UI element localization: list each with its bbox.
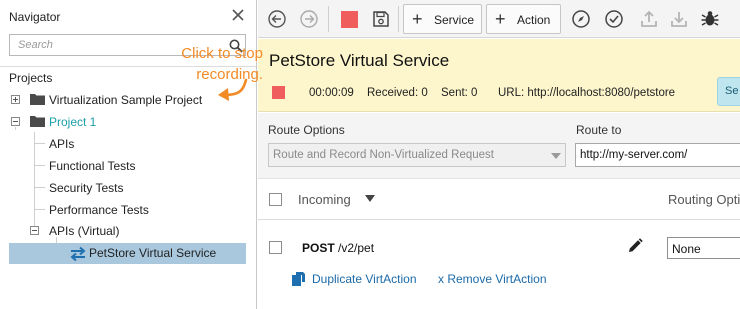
- service-settings-button[interactable]: Se: [717, 77, 740, 106]
- virtual-service-icon: [70, 246, 86, 261]
- tree-item-functional-tests[interactable]: Functional Tests: [0, 156, 256, 176]
- upload-icon[interactable]: [639, 9, 659, 29]
- add-service-label: Service: [434, 13, 475, 27]
- routing-options-header: Routing Opti: [668, 192, 740, 207]
- duplicate-icon: [292, 272, 305, 286]
- remove-virtaction-link[interactable]: x Remove VirtAction: [438, 272, 547, 286]
- plus-icon: +: [412, 9, 423, 29]
- route-options-label: Route Options: [268, 123, 345, 137]
- expand-icon[interactable]: [11, 95, 20, 104]
- route-to-input[interactable]: http://my-server.com/: [575, 143, 740, 167]
- row-checkbox[interactable]: [269, 241, 282, 254]
- tree-item-label: PetStore Virtual Service: [89, 246, 217, 260]
- toolbar-separator: [398, 6, 399, 32]
- toolbar-separator: [328, 6, 329, 32]
- routing-option-value: None: [672, 242, 701, 256]
- sort-down-icon[interactable]: [365, 195, 375, 202]
- tree-item-label: Project 1: [49, 115, 97, 129]
- save-icon[interactable]: [371, 9, 391, 29]
- tree-item-apis[interactable]: APIs: [0, 134, 256, 154]
- tree-item-apis-virtual[interactable]: APIs (Virtual): [0, 221, 256, 241]
- chevron-down-icon: [551, 153, 561, 159]
- tree-item-security-tests[interactable]: Security Tests: [0, 178, 256, 198]
- sent-count: Sent: 0: [441, 87, 478, 99]
- check-icon[interactable]: [604, 9, 624, 29]
- collapse-icon[interactable]: [11, 117, 20, 126]
- row-request: POST /v2/pet: [302, 241, 374, 255]
- recording-timer: 00:00:09: [309, 87, 354, 99]
- route-to-label: Route to: [576, 123, 622, 137]
- tree-item-performance-tests[interactable]: Performance Tests: [0, 200, 256, 220]
- row-method: POST: [302, 241, 335, 255]
- stop-recording-icon[interactable]: [341, 11, 358, 28]
- service-title: PetStore Virtual Service: [269, 51, 450, 70]
- plus-icon: +: [495, 9, 506, 29]
- editor-toolbar: + Service + Action: [258, 0, 740, 38]
- tree-item-label: APIs (Virtual): [49, 224, 120, 238]
- service-header-panel: PetStore Virtual Service 00:00:09 Receiv…: [258, 39, 740, 112]
- add-action-button[interactable]: + Action: [486, 4, 561, 34]
- tree-item-label: Security Tests: [49, 181, 124, 195]
- forward-icon[interactable]: [299, 9, 319, 29]
- compass-icon[interactable]: [571, 9, 591, 29]
- route-options-section: Route Options Route to Route and Record …: [258, 113, 740, 179]
- navigator-title: Navigator: [9, 10, 61, 24]
- route-to-value: http://my-server.com/: [580, 149, 688, 161]
- tree-item-label: Virtualization Sample Project: [49, 93, 203, 107]
- add-service-button[interactable]: + Service: [403, 4, 482, 34]
- tree-item-label: Performance Tests: [49, 203, 149, 217]
- back-icon[interactable]: [267, 9, 287, 29]
- incoming-header[interactable]: Incoming: [298, 192, 351, 207]
- folder-icon: [30, 116, 45, 127]
- bug-icon[interactable]: [700, 9, 720, 29]
- duplicate-virtaction-link[interactable]: Duplicate VirtAction: [312, 272, 417, 286]
- close-icon[interactable]: [230, 7, 246, 23]
- search-placeholder: Search: [18, 39, 53, 51]
- stop-recording-button[interactable]: [272, 86, 285, 99]
- row-path: /v2/pet: [338, 241, 375, 255]
- tree-item-petstore-virtual-service[interactable]: PetStore Virtual Service: [9, 243, 246, 264]
- route-options-select[interactable]: Route and Record Non-Virtualized Request: [268, 143, 566, 167]
- callout-line-2: recording.: [196, 66, 263, 83]
- navigator-header: Navigator: [0, 0, 256, 34]
- pencil-icon[interactable]: [626, 237, 644, 255]
- table-row: POST /v2/pet None Duplicate VirtAction x…: [258, 221, 740, 309]
- received-count: Received: 0: [367, 87, 428, 99]
- tree-item-label: APIs: [49, 137, 75, 151]
- select-all-checkbox[interactable]: [269, 193, 282, 206]
- routing-option-select[interactable]: None: [667, 237, 740, 259]
- callout-line-1: Click to stop: [181, 45, 263, 62]
- tree-item-project-1[interactable]: Project 1: [0, 112, 256, 132]
- tree-item-virtualization-sample[interactable]: Virtualization Sample Project: [0, 90, 256, 110]
- route-options-value: Route and Record Non-Virtualized Request: [273, 149, 494, 161]
- download-icon[interactable]: [669, 9, 689, 29]
- tree-item-label: Functional Tests: [49, 159, 136, 173]
- add-action-label: Action: [517, 13, 551, 27]
- folder-icon: [30, 94, 45, 105]
- callout-annotation: Click to stop recording.: [133, 43, 263, 85]
- service-url: URL: http://localhost:8080/petstore: [498, 87, 676, 99]
- projects-label: Projects: [9, 71, 53, 85]
- grid-header: Incoming Routing Opti: [258, 180, 740, 220]
- collapse-icon[interactable]: [30, 226, 39, 235]
- service-button-label: Se: [725, 85, 739, 97]
